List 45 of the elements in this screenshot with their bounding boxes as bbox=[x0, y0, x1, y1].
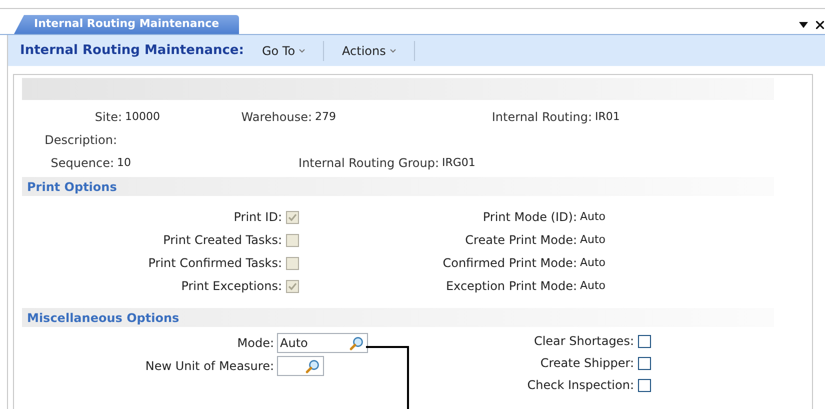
field-label: Print ID: bbox=[232, 209, 282, 226]
field-label: Print Mode (ID): bbox=[482, 209, 577, 226]
field-label: Description: bbox=[44, 132, 117, 149]
dropdown-icon[interactable] bbox=[799, 22, 808, 28]
section-header: Miscellaneous Options bbox=[22, 308, 774, 327]
field-label: Create Shipper: bbox=[539, 355, 634, 372]
section-header: Print Options bbox=[22, 177, 774, 196]
field-label: Print Created Tasks: bbox=[162, 232, 282, 249]
field-label: Warehouse: bbox=[240, 109, 312, 126]
field-label: Print Exceptions: bbox=[180, 278, 282, 295]
toolbar-title: Internal Routing Maintenance: bbox=[20, 42, 244, 60]
field-label: Site: bbox=[94, 109, 122, 126]
field-value: Auto bbox=[580, 232, 606, 248]
menu-button[interactable]: Go To bbox=[260, 42, 308, 60]
caret-icon bbox=[299, 48, 306, 52]
field-label: Internal Routing Group: bbox=[298, 155, 439, 172]
field-label: Confirmed Print Mode: bbox=[442, 255, 577, 272]
field-label: Check Inspection: bbox=[526, 377, 634, 394]
field-value: IR01 bbox=[595, 108, 620, 125]
search-icon[interactable] bbox=[305, 359, 320, 374]
field-label: Create Print Mode: bbox=[464, 232, 577, 249]
field-value: Auto bbox=[580, 254, 606, 271]
checkbox[interactable] bbox=[638, 378, 651, 392]
field-label: Exception Print Mode: bbox=[444, 278, 577, 295]
field-label: Internal Routing: bbox=[490, 109, 592, 126]
leader-line bbox=[366, 346, 410, 409]
checkbox[interactable] bbox=[638, 356, 651, 370]
lookup-field[interactable]: Auto bbox=[277, 333, 368, 353]
caret-icon bbox=[390, 48, 396, 52]
field-value: Auto bbox=[580, 278, 606, 294]
field-label: Sequence: bbox=[50, 155, 114, 172]
search-icon[interactable] bbox=[349, 336, 364, 351]
field-value: 10 bbox=[117, 154, 131, 171]
field-label: Print Confirmed Tasks: bbox=[147, 255, 282, 272]
close-icon[interactable] bbox=[816, 21, 824, 29]
field-value: IRG01 bbox=[442, 154, 476, 171]
field-label: New Unit of Measure: bbox=[144, 358, 274, 375]
field-value: 10000 bbox=[125, 108, 160, 125]
field-value: Auto bbox=[580, 208, 606, 225]
menu-button[interactable]: Actions bbox=[340, 42, 398, 60]
field-label: Clear Shortages: bbox=[532, 333, 634, 350]
field-value: 279 bbox=[315, 108, 336, 125]
checkbox[interactable] bbox=[638, 334, 651, 348]
lookup-field[interactable] bbox=[277, 356, 324, 376]
field-label: Mode: bbox=[236, 335, 274, 352]
